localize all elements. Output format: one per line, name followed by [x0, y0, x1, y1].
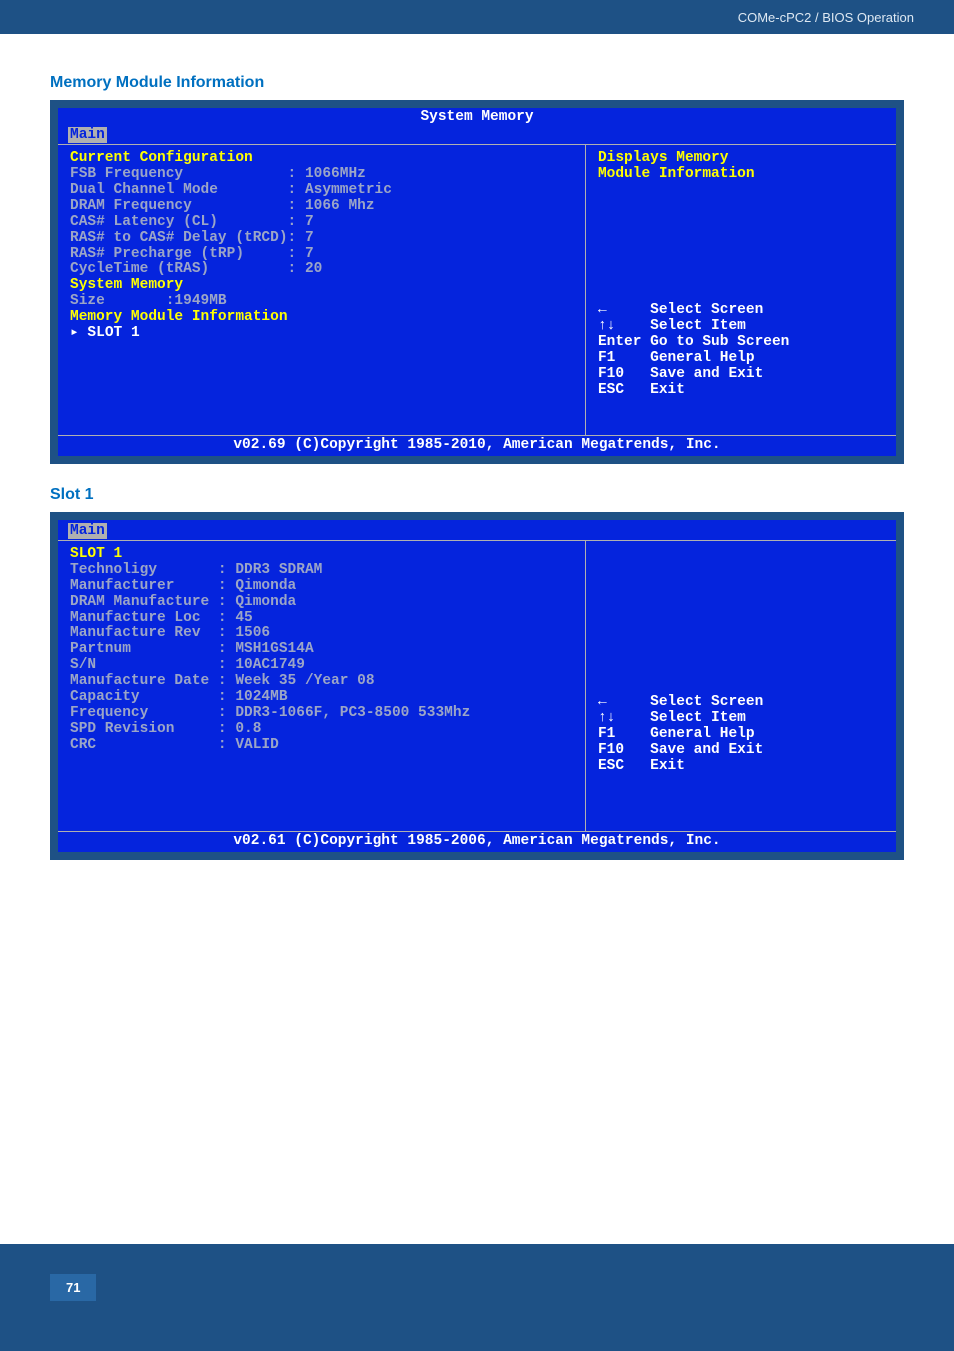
- bios-title: System Memory: [58, 108, 896, 128]
- bios-footer: v02.69 (C)Copyright 1985-2010, American …: [58, 435, 896, 456]
- key-legend: ← Select Screen ↑↓ Select Item F1 Genera…: [598, 695, 884, 775]
- bios-body: SLOT 1 Technoligy : DDR3 SDRAM Manufactu…: [58, 540, 896, 831]
- tab-main[interactable]: Main: [68, 127, 107, 143]
- bios-screen-slot1: Main SLOT 1 Technoligy : DDR3 SDRAM Manu…: [50, 512, 904, 860]
- key-legend: ← Select Screen ↑↓ Select Item Enter Go …: [598, 303, 884, 399]
- bios-screen-system-memory: System Memory Main Current Configuration…: [50, 100, 904, 464]
- breadcrumb: COMe-cPC2 / BIOS Operation: [738, 10, 914, 25]
- bios-tab-bar: Main: [58, 520, 896, 540]
- document-header: COMe-cPC2 / BIOS Operation: [0, 0, 954, 34]
- bios-body: Current Configuration FSB Frequency : 10…: [58, 144, 896, 435]
- tab-main[interactable]: Main: [68, 523, 107, 539]
- page-content: Memory Module Information System Memory …: [0, 34, 954, 1244]
- document-footer: 71: [0, 1244, 954, 1351]
- bios-footer: v02.61 (C)Copyright 1985-2006, American …: [58, 831, 896, 852]
- section-title-memory: Memory Module Information: [50, 74, 904, 92]
- bios-left-panel: SLOT 1 Technoligy : DDR3 SDRAM Manufactu…: [58, 541, 586, 831]
- page-number: 71: [50, 1274, 96, 1301]
- bios-right-panel: ← Select Screen ↑↓ Select Item F1 Genera…: [586, 541, 896, 831]
- bios-right-panel: Displays Memory Module Information ← Sel…: [586, 145, 896, 435]
- help-text-top: Displays Memory Module Information: [598, 151, 884, 183]
- section-title-slot1: Slot 1: [50, 486, 904, 504]
- bios-left-panel: Current Configuration FSB Frequency : 10…: [58, 145, 586, 435]
- bios-tab-bar: Main: [58, 128, 896, 144]
